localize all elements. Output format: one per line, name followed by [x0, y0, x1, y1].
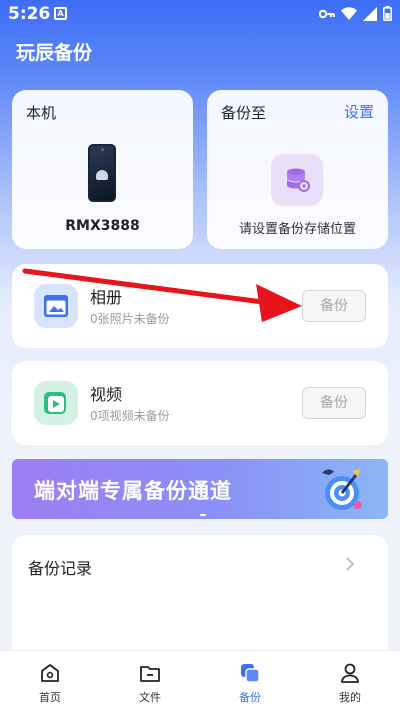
video-title: 视频: [90, 385, 123, 404]
chevron-right-icon: [346, 557, 354, 571]
nav-backup[interactable]: 备份: [200, 651, 300, 711]
backup-icon: [239, 662, 261, 684]
key-icon: [319, 9, 335, 18]
device-name: RMX3888: [65, 218, 140, 234]
folder-icon: [139, 662, 161, 684]
status-icons: [319, 6, 392, 21]
nav-backup-label: 备份: [239, 691, 261, 704]
backup-records-card[interactable]: 备份记录: [12, 535, 388, 665]
album-title: 相册: [90, 288, 123, 307]
album-status: 0张照片未备份: [90, 312, 170, 326]
status-time: 5:26: [8, 4, 51, 24]
user-icon: [339, 662, 361, 684]
signal-icon: [363, 6, 377, 21]
bottom-nav: 首页 文件 备份 我的: [0, 650, 400, 711]
phone-icon: [88, 144, 116, 202]
video-icon: [34, 381, 78, 425]
settings-link[interactable]: 设置: [344, 101, 374, 122]
album-icon: [34, 284, 78, 328]
video-status: 0项视频未备份: [90, 409, 170, 423]
nav-mine-label: 我的: [339, 691, 361, 704]
backup-records-title: 备份记录: [28, 559, 93, 578]
nav-files-label: 文件: [139, 691, 161, 704]
video-backup-button[interactable]: 备份: [302, 387, 366, 419]
album-item[interactable]: 相册 0张照片未备份 备份: [12, 264, 388, 348]
video-item[interactable]: 视频 0项视频未备份 备份: [12, 361, 388, 445]
banner-text: 端对端专属备份通道: [34, 479, 232, 503]
home-icon: [39, 662, 61, 684]
backup-location-hint: 请设置备份存储位置: [238, 222, 356, 237]
e2e-backup-banner[interactable]: 端对端专属备份通道: [12, 459, 388, 519]
wifi-icon: [341, 7, 357, 20]
nav-mine[interactable]: 我的: [300, 651, 400, 711]
local-card-label: 本机: [26, 104, 57, 122]
notification-a-icon: A: [54, 7, 67, 20]
nav-files[interactable]: 文件: [100, 651, 200, 711]
backup-card-label: 备份至: [221, 104, 267, 122]
battery-icon: [383, 6, 392, 21]
page-title: 玩辰备份: [16, 42, 93, 64]
target-icon: [322, 469, 362, 510]
storage-database-icon[interactable]: [271, 154, 323, 206]
album-backup-button[interactable]: 备份: [302, 290, 366, 322]
local-device-card[interactable]: 本机 RMX3888: [12, 90, 193, 249]
banner-page-indicator: [200, 514, 206, 516]
nav-home[interactable]: 首页: [0, 651, 100, 711]
backup-destination-card[interactable]: 备份至 设置 请设置备份存储位置: [207, 90, 388, 249]
nav-home-label: 首页: [39, 691, 61, 704]
status-bar: 5:26 A: [0, 0, 400, 28]
